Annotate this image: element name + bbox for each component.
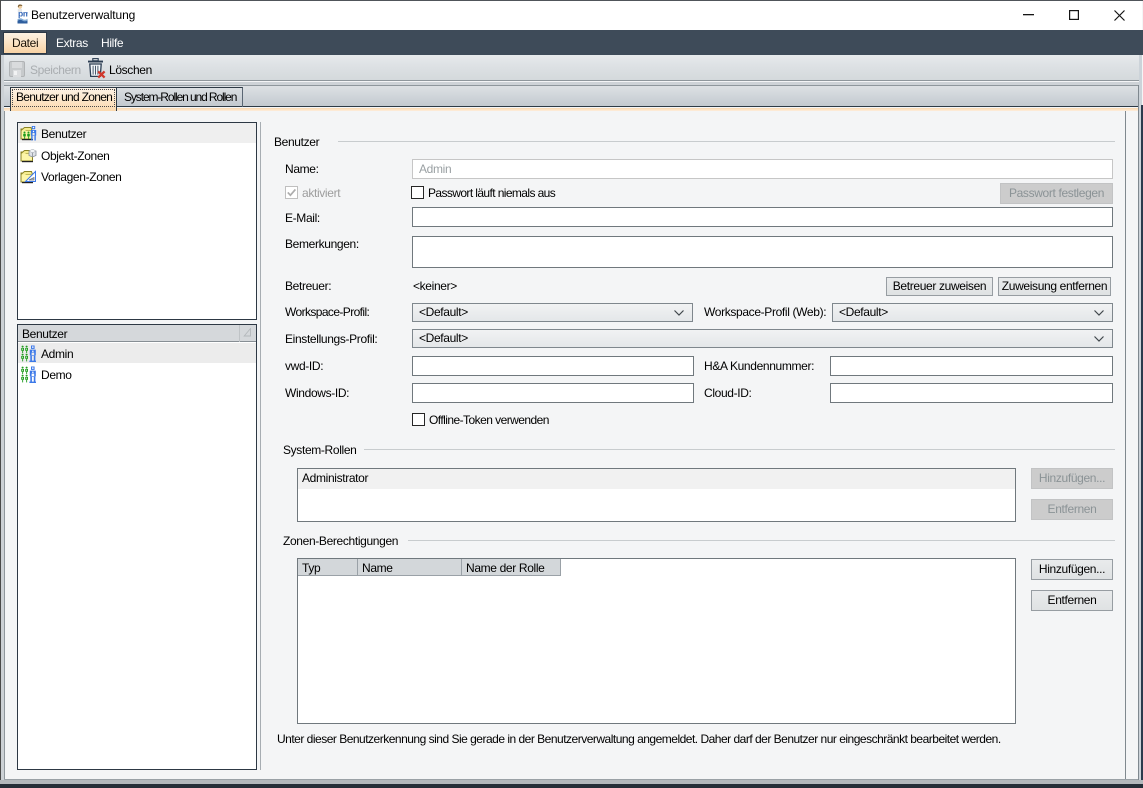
svg-text:pm: pm [18, 9, 28, 19]
